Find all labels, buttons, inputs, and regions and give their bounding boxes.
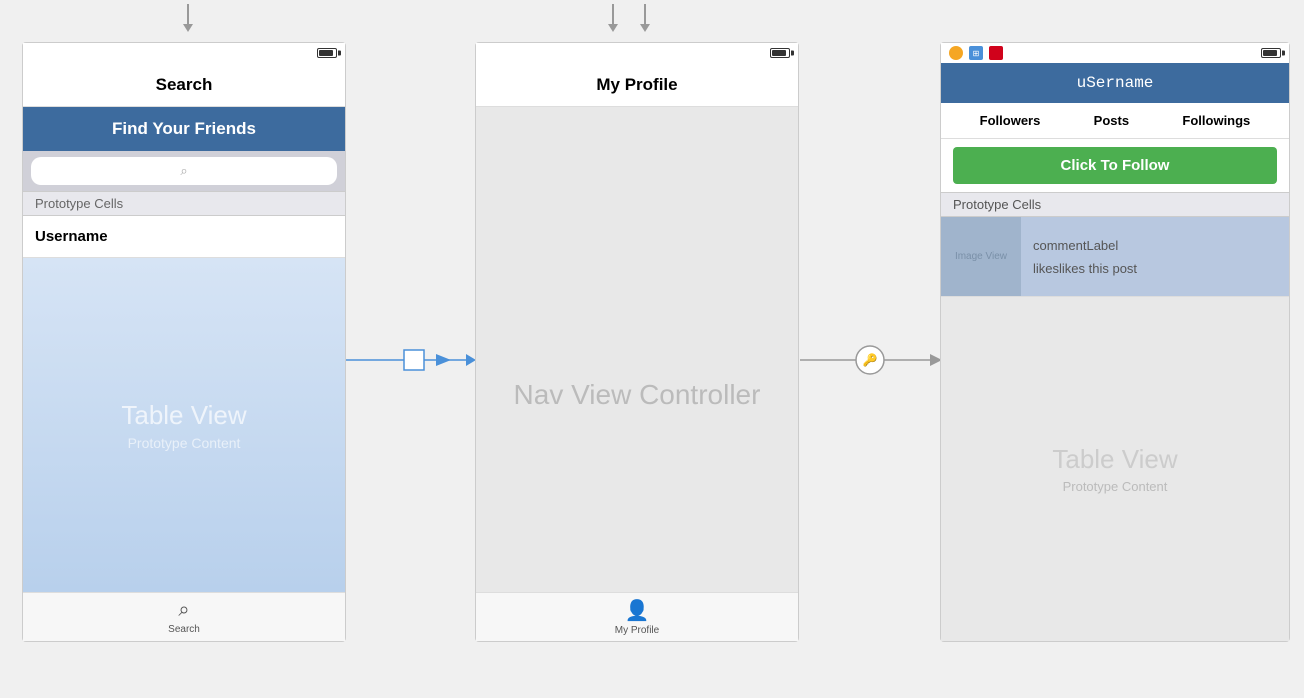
screen1-tab-bar: ⌕ Search (23, 592, 345, 641)
screen2-nav-title: My Profile (596, 75, 677, 95)
screen3-table-sublabel: Prototype Content (1063, 479, 1168, 494)
screen1-search-bar[interactable]: ⌕ (31, 157, 337, 185)
image-view-label: Image View (955, 251, 1007, 262)
orange-dot-icon (949, 46, 963, 60)
screen1-header-title: Find Your Friends (112, 119, 256, 139)
stats-row: Followers Posts Followings (941, 103, 1289, 139)
screen1-blue-header: Find Your Friends (23, 107, 345, 151)
username-bar: uSername (941, 63, 1289, 103)
post-info: commentLabel likeslikes this post (1021, 217, 1149, 296)
followers-label: Followers (980, 113, 1041, 128)
screen2-nav-view: Nav View Controller (476, 197, 798, 592)
screen2-status-bar (476, 43, 798, 63)
screen1-username-row[interactable]: Username (23, 216, 345, 258)
profile-tab-icon: 👤 (625, 598, 650, 623)
screen3-table-view: Table View Prototype Content (941, 297, 1289, 641)
screen1-table-view: Table View Prototype Content (23, 258, 345, 592)
screen1-nav-title: Search (156, 75, 213, 95)
screen2-gray-top (476, 107, 798, 197)
svg-text:🔑: 🔑 (863, 352, 878, 367)
posts-label: Posts (1094, 113, 1129, 128)
screen3-table-label: Table View (1052, 444, 1177, 475)
likes-label: likeslikes this post (1033, 261, 1137, 276)
screen3-status-icons: ⊞ (949, 46, 1003, 60)
screen1-search-container: ⌕ (23, 151, 345, 191)
search-icon-s1: ⌕ (180, 163, 187, 179)
battery-icon-s1 (317, 48, 337, 58)
battery-icon-s3 (1261, 48, 1281, 58)
screen1-nav-bar: Search (23, 63, 345, 107)
follow-button[interactable]: Click To Follow (953, 147, 1277, 184)
search-tab-icon: ⌕ (178, 599, 189, 622)
post-cell: Image View commentLabel likeslikes this … (941, 217, 1289, 297)
screen1-section-header: Prototype Cells (23, 191, 345, 216)
screen3-frame: ⊞ uSername Followers Posts Followings (940, 42, 1290, 642)
screen2-nav-bar: My Profile (476, 63, 798, 107)
connector-s1-s2 (346, 320, 476, 400)
screen1-frame: Search Find Your Friends ⌕ Prototype Cel… (22, 42, 346, 642)
screen1-tab-label[interactable]: Search (168, 624, 200, 635)
screen1-table-label: Table View (121, 400, 246, 431)
screen3-prototype-cells-header: Prototype Cells (941, 192, 1289, 217)
screen2-nav-view-text: Nav View Controller (514, 379, 761, 411)
comment-label: commentLabel (1033, 238, 1137, 253)
screen3-status-bar: ⊞ (941, 43, 1289, 63)
battery-icon-s2 (770, 48, 790, 58)
connector-s2-s3: 🔑 (800, 320, 945, 400)
followings-label: Followings (1182, 113, 1250, 128)
red-square-icon (989, 46, 1003, 60)
screen1-table-sublabel: Prototype Content (128, 435, 241, 451)
blue-square-icon: ⊞ (969, 46, 983, 60)
image-view-box: Image View (941, 217, 1021, 296)
screen2-frame: My Profile Nav View Controller 👤 My Prof… (475, 42, 799, 642)
username-text: uSername (1077, 74, 1154, 92)
screen2-tab-label[interactable]: My Profile (615, 625, 659, 636)
screen2-tab-bar: 👤 My Profile (476, 592, 798, 641)
follow-button-container: Click To Follow (941, 139, 1289, 192)
screen1-status-bar (23, 43, 345, 63)
